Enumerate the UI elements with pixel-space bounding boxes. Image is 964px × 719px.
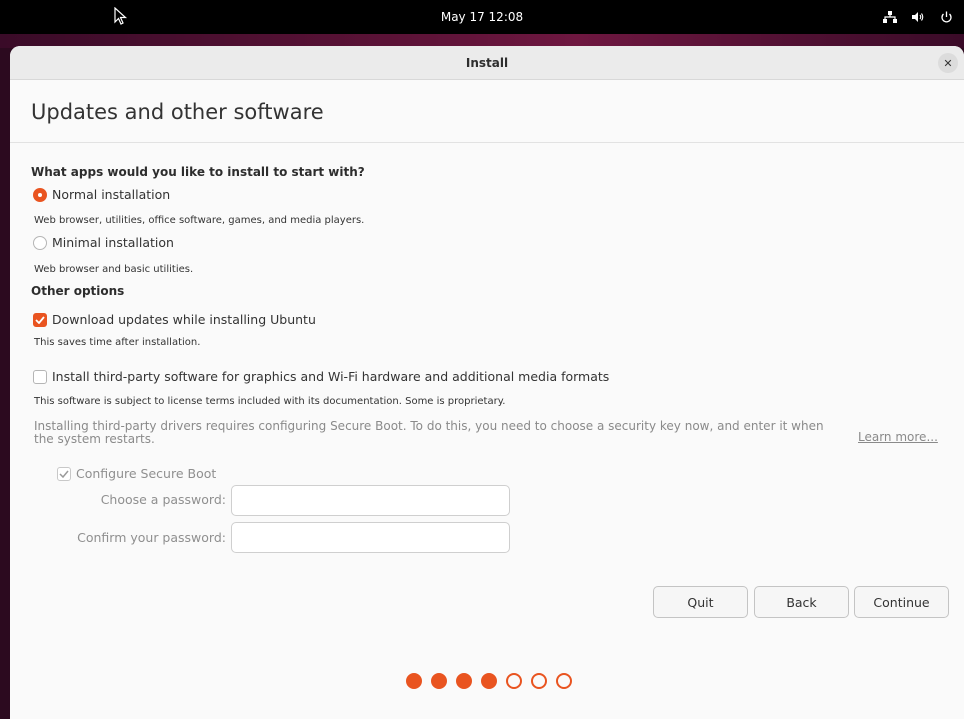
page-title: Updates and other software <box>31 100 324 124</box>
download-updates-checkbox[interactable] <box>33 312 47 327</box>
minimal-installation-radio[interactable] <box>33 235 47 250</box>
progress-dot <box>531 673 547 689</box>
close-icon[interactable]: ✕ <box>938 53 958 73</box>
minimal-installation-desc: Web browser and basic utilities. <box>34 264 194 275</box>
system-tray[interactable] <box>882 0 954 34</box>
minimal-installation-option[interactable]: Minimal installation <box>33 235 174 250</box>
download-updates-option[interactable]: Download updates while installing Ubuntu <box>33 312 316 327</box>
configure-secure-boot-label[interactable]: Configure Secure Boot <box>76 466 216 481</box>
confirm-password-label: Confirm your password: <box>77 530 226 545</box>
progress-dot <box>481 673 497 689</box>
progress-dot <box>456 673 472 689</box>
minimal-installation-label[interactable]: Minimal installation <box>52 235 174 250</box>
progress-dot <box>556 673 572 689</box>
secure-boot-info: Installing third-party drivers requires … <box>34 419 824 446</box>
window-title: Install <box>465 56 509 70</box>
progress-dot <box>506 673 522 689</box>
choose-password-input[interactable] <box>231 485 510 516</box>
progress-dots <box>406 673 572 689</box>
third-party-checkbox[interactable] <box>33 369 47 384</box>
back-button[interactable]: Back <box>754 586 849 618</box>
window-titlebar[interactable]: Install ✕ <box>10 46 964 80</box>
network-icon[interactable] <box>882 9 898 25</box>
normal-installation-label[interactable]: Normal installation <box>52 187 170 202</box>
third-party-label[interactable]: Install third-party software for graphic… <box>52 369 609 384</box>
installer-window: Install ✕ Updates and other software Wha… <box>10 46 964 719</box>
choose-password-label: Choose a password: <box>100 492 226 507</box>
continue-button[interactable]: Continue <box>854 586 949 618</box>
other-options-heading: Other options <box>31 284 125 298</box>
third-party-desc: This software is subject to license term… <box>34 396 506 407</box>
learn-more-link[interactable]: Learn more... <box>858 430 938 444</box>
power-icon[interactable] <box>938 9 954 25</box>
download-updates-desc: This saves time after installation. <box>34 337 201 348</box>
normal-installation-desc: Web browser, utilities, office software,… <box>34 215 365 226</box>
checkmark-icon <box>35 315 45 324</box>
top-bar: May 17 12:08 <box>0 0 964 34</box>
clock[interactable]: May 17 12:08 <box>0 0 964 34</box>
normal-installation-option[interactable]: Normal installation <box>33 187 170 202</box>
third-party-option[interactable]: Install third-party software for graphic… <box>33 369 609 384</box>
volume-icon[interactable] <box>910 9 926 25</box>
checkmark-icon <box>59 470 69 478</box>
configure-secure-boot-checkbox[interactable] <box>57 466 71 481</box>
progress-dot <box>406 673 422 689</box>
confirm-password-input[interactable] <box>231 522 510 553</box>
download-updates-label[interactable]: Download updates while installing Ubuntu <box>52 312 316 327</box>
progress-dot <box>431 673 447 689</box>
configure-secure-boot-option[interactable]: Configure Secure Boot <box>57 466 216 481</box>
quit-button[interactable]: Quit <box>653 586 748 618</box>
normal-installation-radio[interactable] <box>33 187 47 202</box>
divider <box>10 142 964 143</box>
apps-heading: What apps would you like to install to s… <box>31 165 365 179</box>
